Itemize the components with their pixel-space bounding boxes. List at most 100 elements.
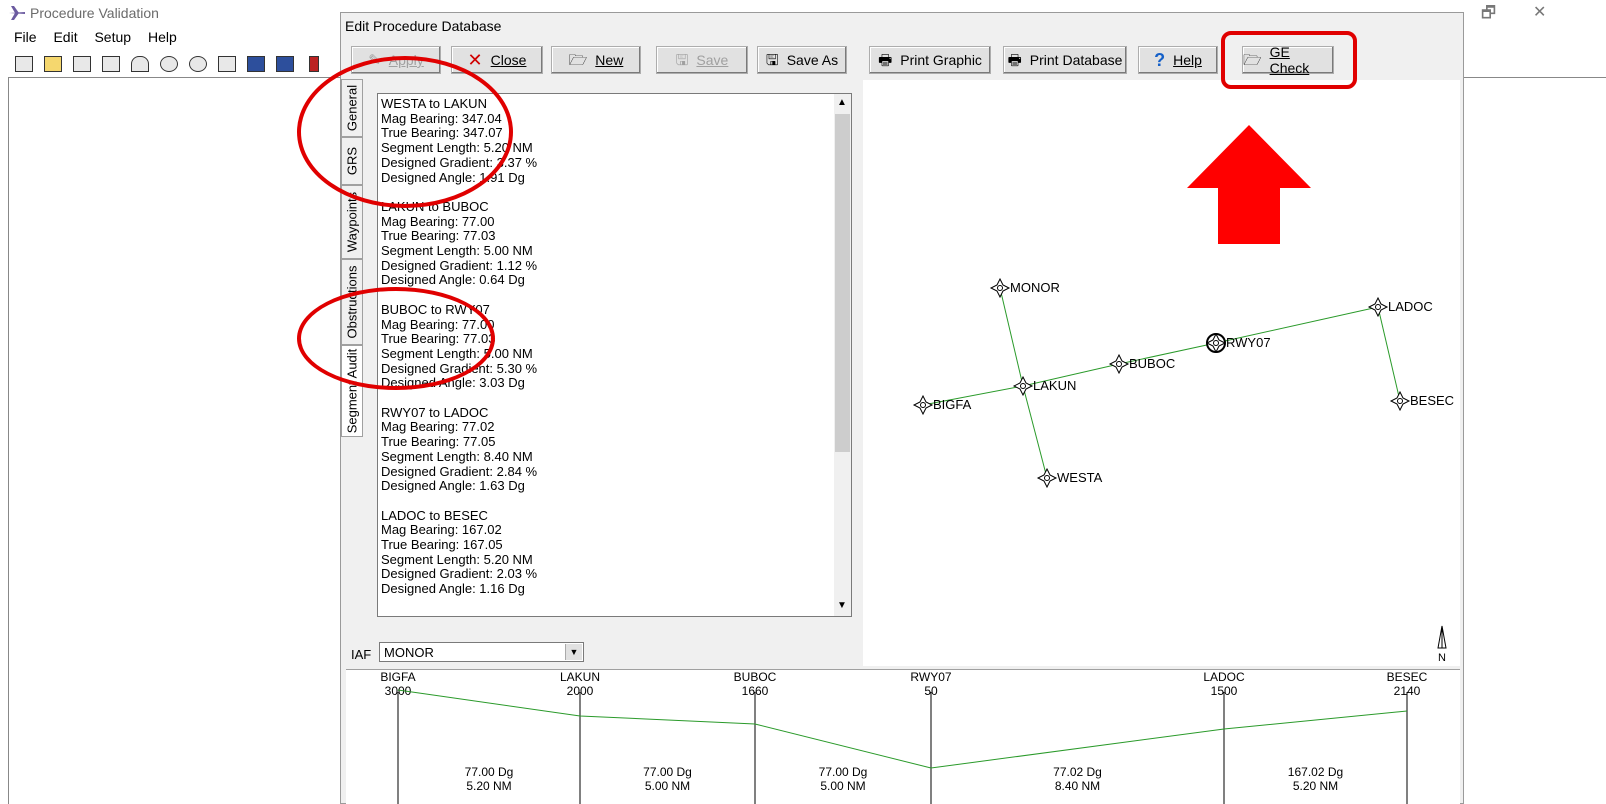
segment-title: LADOC to BESEC bbox=[381, 507, 488, 523]
segment-detail: Mag Bearing: 77.02 bbox=[381, 419, 495, 435]
scrollbar[interactable]: ▲ ▼ bbox=[834, 94, 851, 616]
segment-detail: Segment Length: 8.40 NM bbox=[381, 448, 533, 464]
segment-detail: True Bearing: 167.05 bbox=[381, 537, 503, 553]
printer-icon: 🖶 bbox=[878, 51, 893, 69]
menu-file[interactable]: File bbox=[14, 29, 37, 45]
waypoint-label: MONOR bbox=[1010, 280, 1060, 295]
open-icon[interactable] bbox=[39, 52, 66, 75]
segment-detail: Mag Bearing: 77.00 bbox=[381, 213, 495, 229]
profile-fix-name: LAKUN bbox=[560, 670, 600, 684]
menu-edit[interactable]: Edit bbox=[53, 29, 77, 45]
zoom-fit-icon[interactable] bbox=[213, 52, 240, 75]
app-title: Procedure Validation bbox=[30, 5, 159, 21]
segment-detail: Designed Angle: 0.64 Dg bbox=[381, 272, 525, 288]
waypoint-label: BUBOC bbox=[1129, 356, 1175, 371]
profile-leg-bearing: 77.02 Dg bbox=[1053, 765, 1102, 779]
segment-detail: True Bearing: 77.05 bbox=[381, 434, 496, 450]
preview-icon[interactable] bbox=[97, 52, 124, 75]
new-icon[interactable] bbox=[10, 52, 37, 75]
segment-block: LAKUN to BUBOC Mag Bearing: 77.00 True Bea… bbox=[381, 199, 538, 288]
new-button[interactable]: 🗁 New bbox=[551, 46, 641, 74]
segment-block: LADOC to BESEC Mag Bearing: 167.02 True Be… bbox=[381, 507, 538, 597]
window-icon[interactable] bbox=[242, 52, 269, 75]
plan-view-map[interactable]: MONOR LAKUN BUBOC RWY07 LADOC BESEC BIGFA WESTA… bbox=[863, 80, 1460, 666]
workspace bbox=[8, 77, 340, 804]
profile-leg-length: 5.20 NM bbox=[1293, 779, 1338, 793]
dropdown-arrow-icon[interactable]: ▼ bbox=[565, 644, 582, 660]
dialog-title: Edit Procedure Database bbox=[345, 18, 502, 34]
app-toolbar bbox=[10, 52, 327, 74]
profile-leg-length: 5.20 NM bbox=[466, 779, 511, 793]
segment-detail: Designed Gradient: 1.12 % bbox=[381, 257, 538, 273]
waypoint-marker[interactable]: LADOC bbox=[1367, 296, 1433, 318]
divider bbox=[1464, 77, 1606, 78]
waypoint-label: BIGFA bbox=[933, 397, 972, 412]
profile-fix-altitude: 2000 bbox=[567, 684, 594, 698]
restore-button[interactable]: 🗗 bbox=[1481, 2, 1496, 29]
profile-leg-length: 5.00 NM bbox=[645, 779, 690, 793]
close-icon: ✕ bbox=[467, 50, 483, 70]
vertical-profile: BIGFA3000LAKUN2000BUBOC1660RWY0750LADOC1… bbox=[346, 669, 1460, 804]
profile-fix-altitude: 1500 bbox=[1211, 684, 1238, 698]
north-arrow: N bbox=[1437, 625, 1447, 664]
profile-fix-altitude: 2140 bbox=[1394, 684, 1421, 698]
segment-detail: Designed Gradient: 2.03 % bbox=[381, 566, 538, 582]
profile-fix-name: BUBOC bbox=[734, 670, 777, 684]
waypoint-label: LAKUN bbox=[1033, 378, 1076, 393]
airplane-icon bbox=[9, 6, 25, 20]
print-database-button[interactable]: 🖶 Print Database bbox=[1003, 46, 1127, 74]
profile-leg-bearing: 167.02 Dg bbox=[1288, 765, 1343, 779]
disk-icon: 🖫 bbox=[765, 51, 779, 69]
chart-icon[interactable] bbox=[126, 52, 153, 75]
disk-icon: 🖫 bbox=[675, 51, 689, 69]
save-as-button[interactable]: 🖫 Save As bbox=[757, 46, 847, 74]
annotation-box bbox=[1221, 31, 1357, 89]
profile-fix-name: BESEC bbox=[1387, 670, 1428, 684]
profile-fix-name: RWY07 bbox=[910, 670, 951, 684]
help-button[interactable]: ? Help bbox=[1138, 46, 1218, 74]
waypoint-marker[interactable]: WESTA bbox=[1036, 467, 1103, 489]
profile-leg-length: 8.40 NM bbox=[1055, 779, 1100, 793]
zoom-out-icon[interactable] bbox=[184, 52, 211, 75]
waypoint-marker[interactable]: BUBOC bbox=[1108, 353, 1175, 375]
scroll-thumb[interactable] bbox=[835, 114, 850, 452]
scroll-up-icon[interactable]: ▲ bbox=[837, 97, 847, 108]
profile-leg-bearing: 77.00 Dg bbox=[465, 765, 514, 779]
iaf-select[interactable]: MONOR ▼ bbox=[379, 642, 584, 662]
profile-fix-name: LADOC bbox=[1203, 670, 1245, 684]
profile-fix-altitude: 1660 bbox=[742, 684, 769, 698]
profile-leg-bearing: 77.00 Dg bbox=[819, 765, 868, 779]
waypoint-label: WESTA bbox=[1057, 470, 1103, 485]
question-icon: ? bbox=[1154, 50, 1166, 70]
waypoint-label: RWY07 bbox=[1226, 335, 1271, 350]
annotation-circle bbox=[297, 56, 513, 208]
profile-leg-length: 5.00 NM bbox=[820, 779, 865, 793]
menu-setup[interactable]: Setup bbox=[94, 29, 131, 45]
segment-detail: Mag Bearing: 167.02 bbox=[381, 522, 502, 538]
close-window-button[interactable]: ✕ bbox=[1533, 2, 1546, 22]
profile-leg-bearing: 77.00 Dg bbox=[643, 765, 692, 779]
list-icon[interactable] bbox=[271, 52, 298, 75]
zoom-in-icon[interactable] bbox=[155, 52, 182, 75]
north-label: N bbox=[1438, 652, 1446, 664]
segment-detail: Segment Length: 5.00 NM bbox=[381, 243, 533, 259]
waypoint-marker[interactable]: LAKUN bbox=[1012, 375, 1076, 397]
exit-icon[interactable] bbox=[300, 52, 327, 75]
segment-detail: Designed Angle: 1.63 Dg bbox=[381, 478, 525, 494]
waypoint-label: BESEC bbox=[1410, 393, 1454, 408]
printer-icon: 🖶 bbox=[1007, 51, 1022, 69]
menu-help[interactable]: Help bbox=[148, 29, 177, 45]
print-graphic-button[interactable]: 🖶 Print Graphic bbox=[869, 46, 991, 74]
waypoint-marker[interactable]: BIGFA bbox=[912, 394, 972, 416]
waypoint-marker[interactable]: MONOR bbox=[989, 277, 1060, 299]
segment-detail: True Bearing: 77.03 bbox=[381, 228, 496, 244]
waypoint-marker[interactable]: RWY07 bbox=[1205, 332, 1271, 354]
profile-fix-altitude: 50 bbox=[924, 684, 938, 698]
segment-detail: Segment Length: 5.20 NM bbox=[381, 551, 533, 567]
print-icon[interactable] bbox=[68, 52, 95, 75]
scroll-down-icon[interactable]: ▼ bbox=[837, 600, 847, 611]
save-button[interactable]: 🖫 Save bbox=[656, 46, 748, 74]
waypoint-marker[interactable]: BESEC bbox=[1389, 390, 1454, 412]
waypoint-label: LADOC bbox=[1388, 299, 1433, 314]
annotation-circle bbox=[297, 287, 495, 390]
